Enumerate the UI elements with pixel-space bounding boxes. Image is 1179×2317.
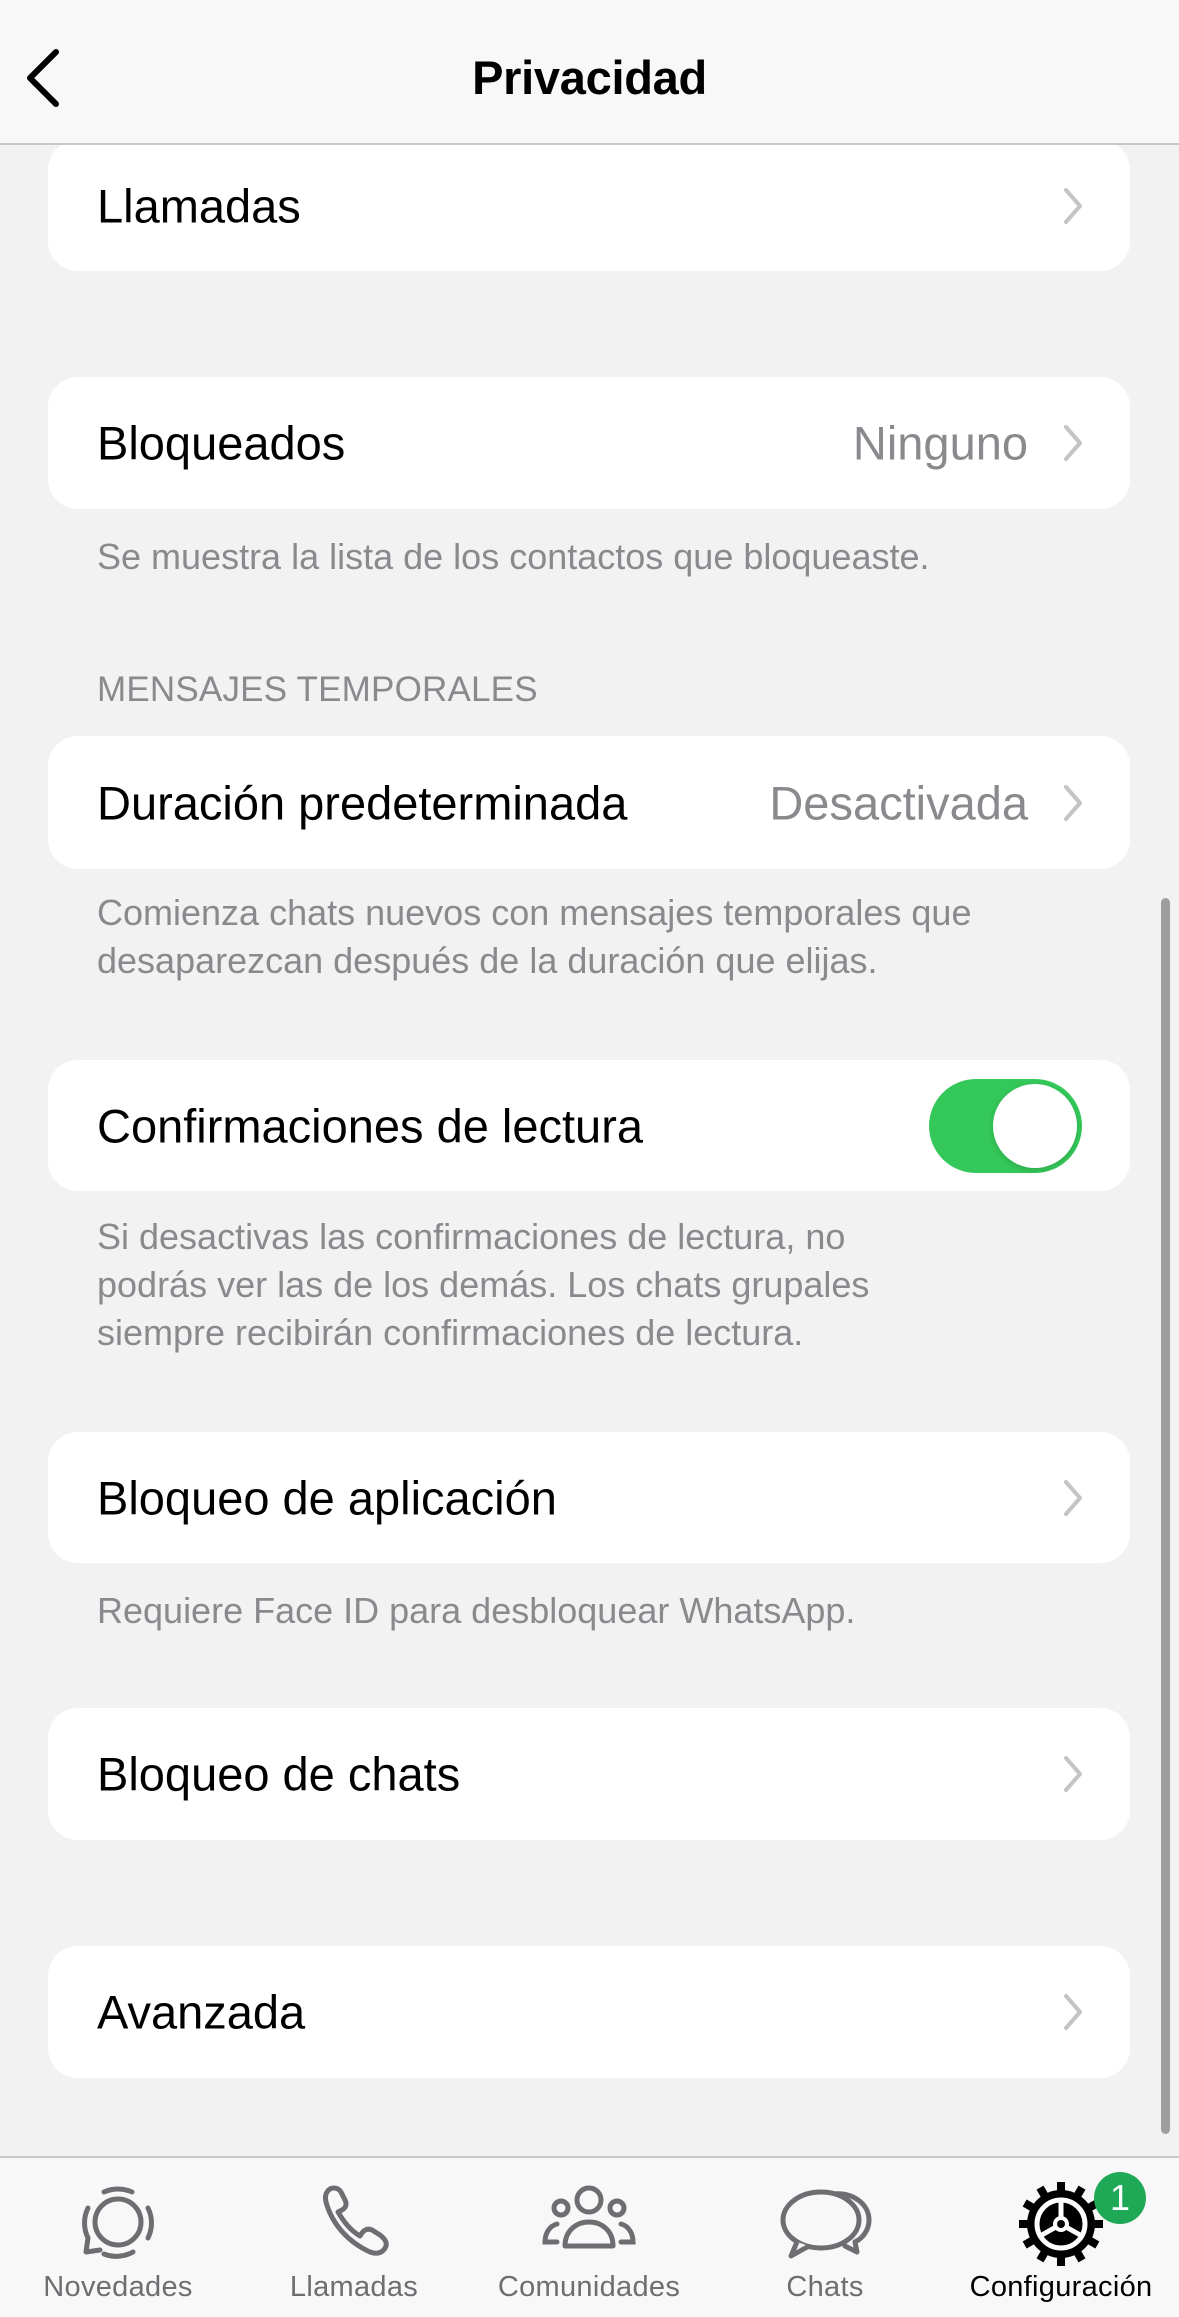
footer-line: siempre recibirán confirmaciones de lect…	[97, 1312, 804, 1353]
row-label: Bloqueo de chats	[97, 1747, 461, 1801]
footer-line: Comienza chats nuevos con mensajes tempo…	[97, 892, 972, 933]
page-title: Privacidad	[472, 51, 707, 104]
tab-novedades[interactable]: Novedades	[0, 2158, 236, 2317]
row-llamadas[interactable]: Llamadas	[48, 140, 1130, 271]
row-value: Ninguno	[852, 416, 1028, 470]
chevron-right-icon	[1064, 1479, 1082, 1516]
row-label: Llamadas	[97, 179, 301, 232]
communities-icon	[542, 2185, 636, 2249]
row-avanzada[interactable]: Avanzada	[48, 1946, 1130, 2078]
tab-label: Configuración	[969, 2271, 1153, 2303]
bloqueados-footer: Se muestra la lista de los contactos que…	[97, 536, 930, 577]
tab-label: Llamadas	[289, 2271, 419, 2303]
navigation-bar: Privacidad	[0, 0, 1179, 145]
read-receipts-toggle[interactable]	[929, 1078, 1082, 1173]
tab-configuracion[interactable]: Configuración	[943, 2158, 1179, 2317]
notification-badge: 1	[1094, 2172, 1146, 2224]
footer-line: podrás ver las de los demás. Los chats g…	[97, 1264, 870, 1305]
footer-line: desaparezcan después de la duración que …	[97, 940, 878, 981]
row-duracion-predeterminada[interactable]: Duración predeterminada Desactivada	[48, 736, 1130, 869]
row-bloqueados[interactable]: Bloqueados Ninguno	[48, 377, 1130, 509]
chevron-right-icon	[1064, 1994, 1082, 2030]
tab-label: Novedades	[43, 2271, 193, 2303]
row-label: Bloqueados	[97, 416, 346, 470]
tab-bar: Novedades Llamadas Comunidades Chats Con…	[0, 2156, 1179, 2317]
toggle-knob	[993, 1083, 1077, 1168]
updates-icon	[82, 2186, 154, 2259]
row-bloqueo-chats[interactable]: Bloqueo de chats	[48, 1708, 1130, 1840]
tab-label: Comunidades	[497, 2271, 681, 2303]
row-confirmaciones-lectura: Confirmaciones de lectura	[48, 1060, 1130, 1191]
section-header-mensajes-temporales: MENSAJES TEMPORALES	[97, 670, 538, 709]
row-value: Desactivada	[769, 776, 1028, 829]
tab-comunidades[interactable]: Comunidades	[471, 2158, 707, 2317]
row-label: Bloqueo de aplicación	[97, 1471, 557, 1524]
chats-icon	[780, 2189, 872, 2259]
chevron-right-icon	[1064, 1756, 1082, 1792]
bloqueo-aplicacion-footer: Requiere Face ID para desbloquear WhatsA…	[97, 1590, 856, 1631]
chevron-right-icon	[1064, 425, 1082, 461]
row-bloqueo-aplicacion[interactable]: Bloqueo de aplicación	[48, 1432, 1130, 1563]
tab-label: Chats	[786, 2271, 864, 2303]
tab-chats[interactable]: Chats	[707, 2158, 943, 2317]
row-label: Duración predeterminada	[97, 776, 628, 829]
phone-icon	[323, 2185, 389, 2256]
tab-llamadas[interactable]: Llamadas	[236, 2158, 472, 2317]
scrollbar[interactable]	[1161, 898, 1170, 2134]
footer-line: Si desactivas las confirmaciones de lect…	[97, 1216, 846, 1257]
duracion-footer: Comienza chats nuevos con mensajes tempo…	[97, 889, 1097, 985]
chevron-right-icon	[1064, 187, 1082, 224]
row-label: Confirmaciones de lectura	[97, 1099, 643, 1152]
confirmaciones-footer: Si desactivas las confirmaciones de lect…	[97, 1213, 1097, 1357]
chevron-right-icon	[1064, 784, 1082, 821]
row-label: Avanzada	[97, 1985, 306, 2039]
